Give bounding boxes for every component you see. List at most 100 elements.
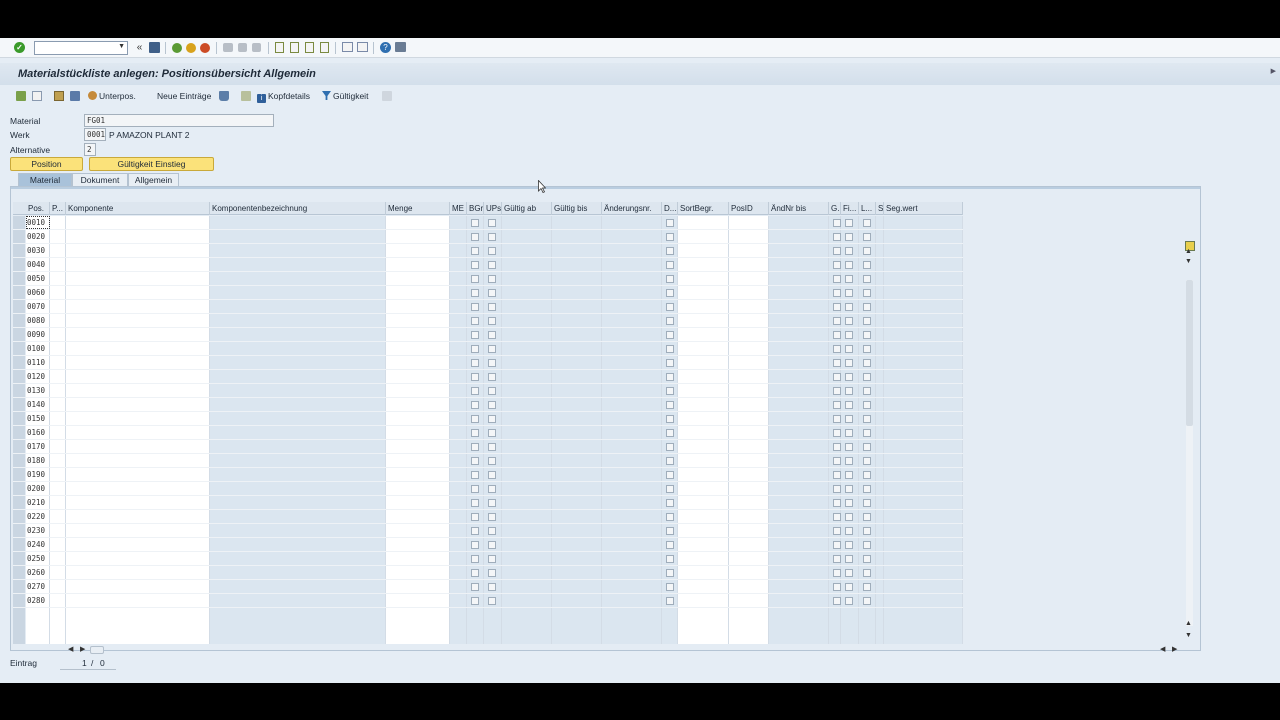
row-checkbox-fi[interactable] xyxy=(845,345,853,353)
row-checkbox-l[interactable] xyxy=(863,303,871,311)
row-checkbox-fi[interactable] xyxy=(845,527,853,535)
column-header-l[interactable]: L... xyxy=(859,202,876,215)
row-checkbox-g[interactable] xyxy=(833,303,841,311)
row-checkbox-bgr[interactable] xyxy=(471,345,479,353)
horizontal-scrollbar[interactable]: ◀ ▶ ◀ ▶ xyxy=(60,644,1185,656)
row-checkbox-fi[interactable] xyxy=(845,485,853,493)
row-checkbox-l[interactable] xyxy=(863,317,871,325)
row-checkbox-bgr[interactable] xyxy=(471,457,479,465)
scroll-up-icon[interactable]: ▲ xyxy=(1185,248,1192,255)
scroll-thumb[interactable] xyxy=(1186,280,1193,426)
row-position[interactable]: 0130 xyxy=(26,384,50,397)
new-entries-button[interactable]: Neue Einträge xyxy=(157,89,211,103)
row-checkbox-fi[interactable] xyxy=(845,471,853,479)
row-checkbox-fi[interactable] xyxy=(845,429,853,437)
row-checkbox-d[interactable] xyxy=(666,583,674,591)
row-checkbox-l[interactable] xyxy=(863,457,871,465)
scroll-left-end-icon[interactable]: ◀ xyxy=(1160,645,1165,653)
ok-icon[interactable]: ✓ xyxy=(14,42,25,53)
row-position[interactable]: 0180 xyxy=(26,454,50,467)
row-checkbox-ups[interactable] xyxy=(488,597,496,605)
row-checkbox-g[interactable] xyxy=(833,387,841,395)
row-checkbox-l[interactable] xyxy=(863,331,871,339)
row-checkbox-fi[interactable] xyxy=(845,303,853,311)
row-checkbox-ups[interactable] xyxy=(488,331,496,339)
row-checkbox-g[interactable] xyxy=(833,485,841,493)
column-header-s[interactable]: S xyxy=(876,202,884,215)
row-checkbox-g[interactable] xyxy=(833,345,841,353)
row-position[interactable]: 0260 xyxy=(26,566,50,579)
row-checkbox-l[interactable] xyxy=(863,261,871,269)
column-header-d[interactable]: D... xyxy=(662,202,678,215)
chevron-right-icon[interactable]: ▶ xyxy=(1271,67,1276,75)
row-checkbox-ups[interactable] xyxy=(488,583,496,591)
row-checkbox-g[interactable] xyxy=(833,261,841,269)
row-position[interactable]: 0070 xyxy=(26,300,50,313)
row-checkbox-d[interactable] xyxy=(666,513,674,521)
row-position[interactable]: 0190 xyxy=(26,468,50,481)
row-checkbox-bgr[interactable] xyxy=(471,261,479,269)
row-checkbox-l[interactable] xyxy=(863,247,871,255)
last-page-icon[interactable] xyxy=(320,42,329,53)
row-checkbox-l[interactable] xyxy=(863,597,871,605)
row-checkbox-fi[interactable] xyxy=(845,289,853,297)
row-checkbox-ups[interactable] xyxy=(488,401,496,409)
row-position[interactable]: 0020 xyxy=(26,230,50,243)
row-position[interactable]: 0080 xyxy=(26,314,50,327)
column-header-seg-value[interactable]: Seg.wert xyxy=(884,202,963,215)
row-checkbox-bgr[interactable] xyxy=(471,541,479,549)
position-button[interactable]: Position xyxy=(10,157,83,171)
row-checkbox-d[interactable] xyxy=(666,359,674,367)
row-checkbox-ups[interactable] xyxy=(488,387,496,395)
row-checkbox-fi[interactable] xyxy=(845,541,853,549)
row-position[interactable]: 0270 xyxy=(26,580,50,593)
command-field[interactable]: ▼ xyxy=(34,41,128,55)
row-checkbox-bgr[interactable] xyxy=(471,597,479,605)
column-header-valid-to[interactable]: Gültig bis xyxy=(552,202,602,215)
row-position[interactable]: 0090 xyxy=(26,328,50,341)
row-checkbox-g[interactable] xyxy=(833,331,841,339)
row-checkbox-g[interactable] xyxy=(833,219,841,227)
tab-document[interactable]: Dokument xyxy=(72,173,128,187)
row-checkbox-l[interactable] xyxy=(863,401,871,409)
row-checkbox-bgr[interactable] xyxy=(471,303,479,311)
row-checkbox-bgr[interactable] xyxy=(471,583,479,591)
row-checkbox-d[interactable] xyxy=(666,219,674,227)
row-checkbox-g[interactable] xyxy=(833,555,841,563)
row-position[interactable]: 0280 xyxy=(26,594,50,607)
row-checkbox-g[interactable] xyxy=(833,569,841,577)
validity-button[interactable]: Gültigkeit xyxy=(322,89,368,103)
row-checkbox-g[interactable] xyxy=(833,289,841,297)
row-position[interactable]: 0040 xyxy=(26,258,50,271)
first-page-icon[interactable] xyxy=(275,42,284,53)
row-checkbox-fi[interactable] xyxy=(845,499,853,507)
row-checkbox-g[interactable] xyxy=(833,499,841,507)
column-header-component-desc[interactable]: Komponentenbezeichnung xyxy=(210,202,386,215)
row-checkbox-l[interactable] xyxy=(863,415,871,423)
validity-entry-button[interactable]: Gültigkeit Einstieg xyxy=(89,157,214,171)
scroll-right-icon[interactable]: ▶ xyxy=(80,645,85,653)
row-checkbox-d[interactable] xyxy=(666,401,674,409)
row-position[interactable]: 0220 xyxy=(26,510,50,523)
row-checkbox-g[interactable] xyxy=(833,583,841,591)
row-checkbox-d[interactable] xyxy=(666,261,674,269)
cancel-icon[interactable] xyxy=(200,43,210,53)
row-checkbox-d[interactable] xyxy=(666,247,674,255)
row-checkbox-bgr[interactable] xyxy=(471,513,479,521)
row-checkbox-bgr[interactable] xyxy=(471,429,479,437)
row-checkbox-fi[interactable] xyxy=(845,401,853,409)
row-checkbox-d[interactable] xyxy=(666,555,674,563)
row-checkbox-d[interactable] xyxy=(666,331,674,339)
row-checkbox-ups[interactable] xyxy=(488,541,496,549)
row-checkbox-d[interactable] xyxy=(666,443,674,451)
column-header-fi[interactable]: Fi... xyxy=(841,202,859,215)
row-checkbox-g[interactable] xyxy=(833,401,841,409)
row-checkbox-fi[interactable] xyxy=(845,415,853,423)
row-checkbox-l[interactable] xyxy=(863,345,871,353)
row-position[interactable]: 0210 xyxy=(26,496,50,509)
row-checkbox-g[interactable] xyxy=(833,317,841,325)
row-checkbox-fi[interactable] xyxy=(845,331,853,339)
row-checkbox-fi[interactable] xyxy=(845,513,853,521)
previous-page-icon[interactable] xyxy=(290,42,299,53)
column-header-ups[interactable]: UPs xyxy=(484,202,502,215)
